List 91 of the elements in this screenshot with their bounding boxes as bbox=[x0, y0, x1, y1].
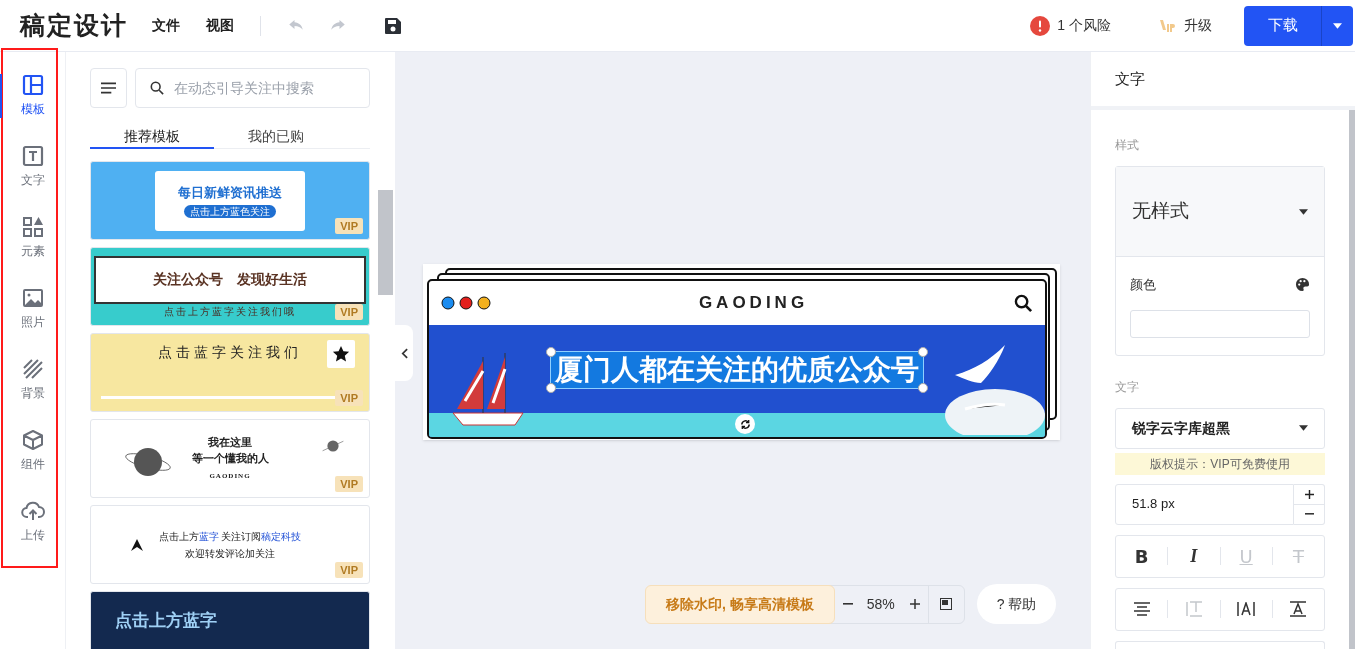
align-center-icon bbox=[1133, 602, 1150, 616]
resize-handle[interactable] bbox=[546, 383, 556, 393]
template-title: 点击上方蓝字 bbox=[115, 610, 217, 632]
resize-handle[interactable] bbox=[918, 347, 928, 357]
search-input[interactable]: 在动态引导关注中搜索 bbox=[174, 77, 355, 99]
section-label: 样式 bbox=[1115, 137, 1140, 154]
text-icon bbox=[21, 145, 44, 167]
sidebar-item[interactable]: 上传 bbox=[2, 492, 63, 552]
template-thumbnail[interactable]: 点击蓝字关注我们 VIP bbox=[90, 333, 370, 412]
search-icon bbox=[1014, 293, 1033, 313]
template-thumbnail[interactable]: 每日新鲜资讯推送 点击上方蓝色关注 VIP bbox=[90, 161, 370, 240]
template-title: 每日新鲜资讯推送 bbox=[178, 183, 282, 202]
vip-badge: VIP bbox=[335, 390, 363, 406]
fit-screen-icon bbox=[940, 598, 953, 610]
template-text: 我在这里 bbox=[208, 435, 252, 452]
window-dots-icon bbox=[441, 296, 493, 310]
text-box-icon bbox=[1290, 601, 1307, 617]
vip-badge: VIP bbox=[335, 304, 363, 320]
plus-icon bbox=[1304, 489, 1314, 499]
stripes-icon bbox=[21, 358, 44, 380]
panel-tab[interactable]: 推荐模板 bbox=[90, 126, 214, 149]
vip-icon bbox=[1159, 17, 1177, 34]
scrollbar-thumb[interactable] bbox=[378, 190, 393, 295]
minus-icon bbox=[1304, 513, 1314, 515]
vip-badge: VIP bbox=[335, 476, 363, 492]
menu-icon bbox=[101, 82, 116, 94]
field-label: 颜色 bbox=[1130, 276, 1156, 294]
template-text: 等一个懂我的人 bbox=[191, 451, 269, 468]
vip-badge: VIP bbox=[335, 562, 363, 578]
design-canvas[interactable]: GAODING 厦门人都在关注的优质公众号 bbox=[423, 264, 1060, 440]
style-dropdown[interactable]: 无样式 bbox=[1116, 167, 1324, 257]
app-logo[interactable]: 稿定设计 bbox=[20, 6, 128, 45]
sidebar-item[interactable]: 照片 bbox=[2, 279, 63, 339]
sidebar-item[interactable]: 组件 bbox=[2, 421, 63, 481]
template-text: 欢迎转发评论加关注 bbox=[185, 546, 275, 561]
palette-icon[interactable] bbox=[1295, 277, 1310, 293]
help-button[interactable]: ? 帮助 bbox=[976, 584, 1057, 624]
caret-icon bbox=[1333, 22, 1342, 29]
minus-icon bbox=[842, 603, 853, 605]
sidebar-item[interactable]: 模板 bbox=[2, 66, 63, 126]
layout-icon bbox=[21, 74, 44, 96]
cloud-upload-icon bbox=[20, 500, 45, 522]
template-thumbnail[interactable]: 点击上方蓝字 关注订阅稿定科技 欢迎转发评论加关注 VIP bbox=[90, 505, 370, 584]
section-label: 文字 bbox=[1115, 378, 1140, 396]
save-icon[interactable] bbox=[383, 15, 403, 36]
risk-button[interactable]: 1 个风险 bbox=[1030, 15, 1111, 36]
warning-icon bbox=[1030, 15, 1051, 36]
line-height-icon bbox=[1185, 601, 1202, 617]
image-icon bbox=[21, 287, 44, 309]
favorite-button[interactable] bbox=[327, 340, 355, 368]
font-size-field[interactable]: 51.8 px bbox=[1115, 483, 1294, 525]
collapse-button[interactable] bbox=[395, 325, 413, 381]
menu-item[interactable]: 文件 bbox=[152, 15, 180, 36]
panel-tab[interactable]: 我的已购 bbox=[214, 126, 338, 149]
resize-handle[interactable] bbox=[918, 383, 928, 393]
chevron-left-icon bbox=[400, 347, 408, 359]
shapes-icon bbox=[21, 216, 44, 238]
resize-handle[interactable] bbox=[546, 347, 556, 357]
plus-icon bbox=[909, 599, 920, 609]
upgrade-button[interactable]: 升级 bbox=[1159, 15, 1212, 36]
font-dropdown[interactable]: 锐字云字库超黑 bbox=[1115, 407, 1325, 449]
sidebar-item[interactable]: 背景 bbox=[2, 350, 63, 410]
template-text: 点击上方蓝字 关注订阅稿定科技 bbox=[158, 529, 302, 544]
sidebar-item[interactable]: 文字 bbox=[2, 137, 63, 197]
template-thumbnail[interactable]: 关注公众号 发现好生活 点击上方蓝字关注我们哦 VIP bbox=[90, 247, 370, 326]
color-field[interactable] bbox=[1130, 309, 1310, 338]
search-field[interactable]: 在动态引导关注中搜索 bbox=[135, 68, 370, 108]
template-subtitle: 点击上方蓝色关注 bbox=[184, 205, 276, 219]
planet-icon bbox=[321, 438, 345, 454]
caret-icon bbox=[1299, 425, 1308, 431]
design-brand-text: GAODING bbox=[697, 292, 810, 315]
template-subtitle: 点击上方蓝字关注我们哦 bbox=[164, 305, 296, 318]
copyright-notice: 版权提示：VIP可免费使用 bbox=[1115, 452, 1325, 475]
letter-spacing-icon bbox=[1237, 602, 1256, 616]
star-icon bbox=[332, 345, 350, 363]
zoom-level: 58% bbox=[865, 594, 896, 614]
cube-icon bbox=[21, 429, 44, 451]
italic-button[interactable]: I bbox=[1168, 542, 1220, 570]
search-icon bbox=[150, 81, 164, 95]
menu-item[interactable]: 视图 bbox=[206, 15, 234, 36]
template-title: 点击蓝字关注我们 bbox=[158, 343, 302, 362]
menu-button[interactable] bbox=[90, 68, 127, 108]
sidebar-item[interactable]: 元素 bbox=[2, 208, 63, 268]
template-thumbnail[interactable]: 点击上方蓝字 bbox=[90, 591, 370, 649]
panel-title: 文字 bbox=[1091, 52, 1355, 110]
bold-button[interactable]: B bbox=[1116, 542, 1168, 570]
template-title: 关注公众号 发现好生活 bbox=[153, 270, 307, 289]
vip-badge: VIP bbox=[335, 218, 363, 234]
rotate-icon bbox=[739, 418, 751, 430]
arrow-icon bbox=[131, 539, 143, 551]
caret-icon bbox=[1299, 208, 1308, 215]
